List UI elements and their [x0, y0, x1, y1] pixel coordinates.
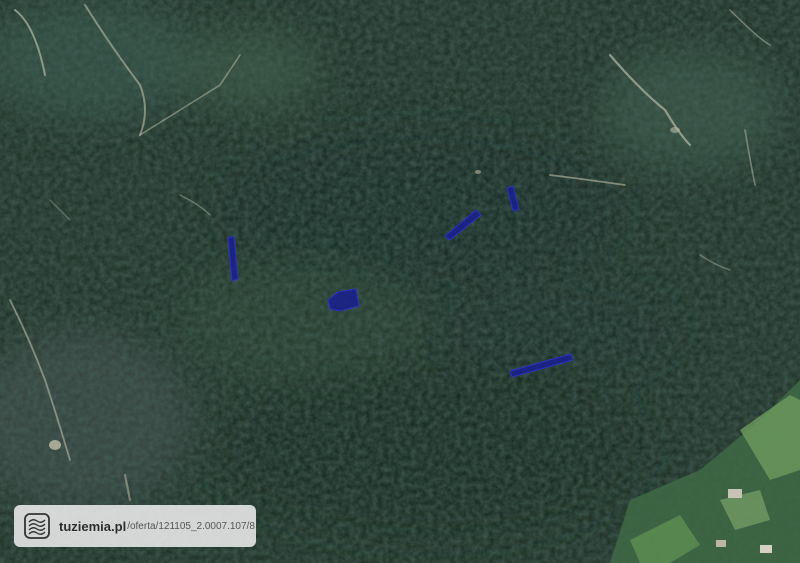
source-badge[interactable]: tuziemia.pl/oferta/121105_2.0007.107/8 [14, 505, 256, 547]
badge-site-name[interactable]: tuziemia.pl [59, 519, 126, 534]
tuziemia-logo-icon [24, 513, 50, 539]
satellite-imagery [0, 0, 800, 563]
badge-offer-path[interactable]: /oferta/121105_2.0007.107/8 [127, 521, 255, 532]
map-view[interactable]: tuziemia.pl/oferta/121105_2.0007.107/8 [0, 0, 800, 563]
